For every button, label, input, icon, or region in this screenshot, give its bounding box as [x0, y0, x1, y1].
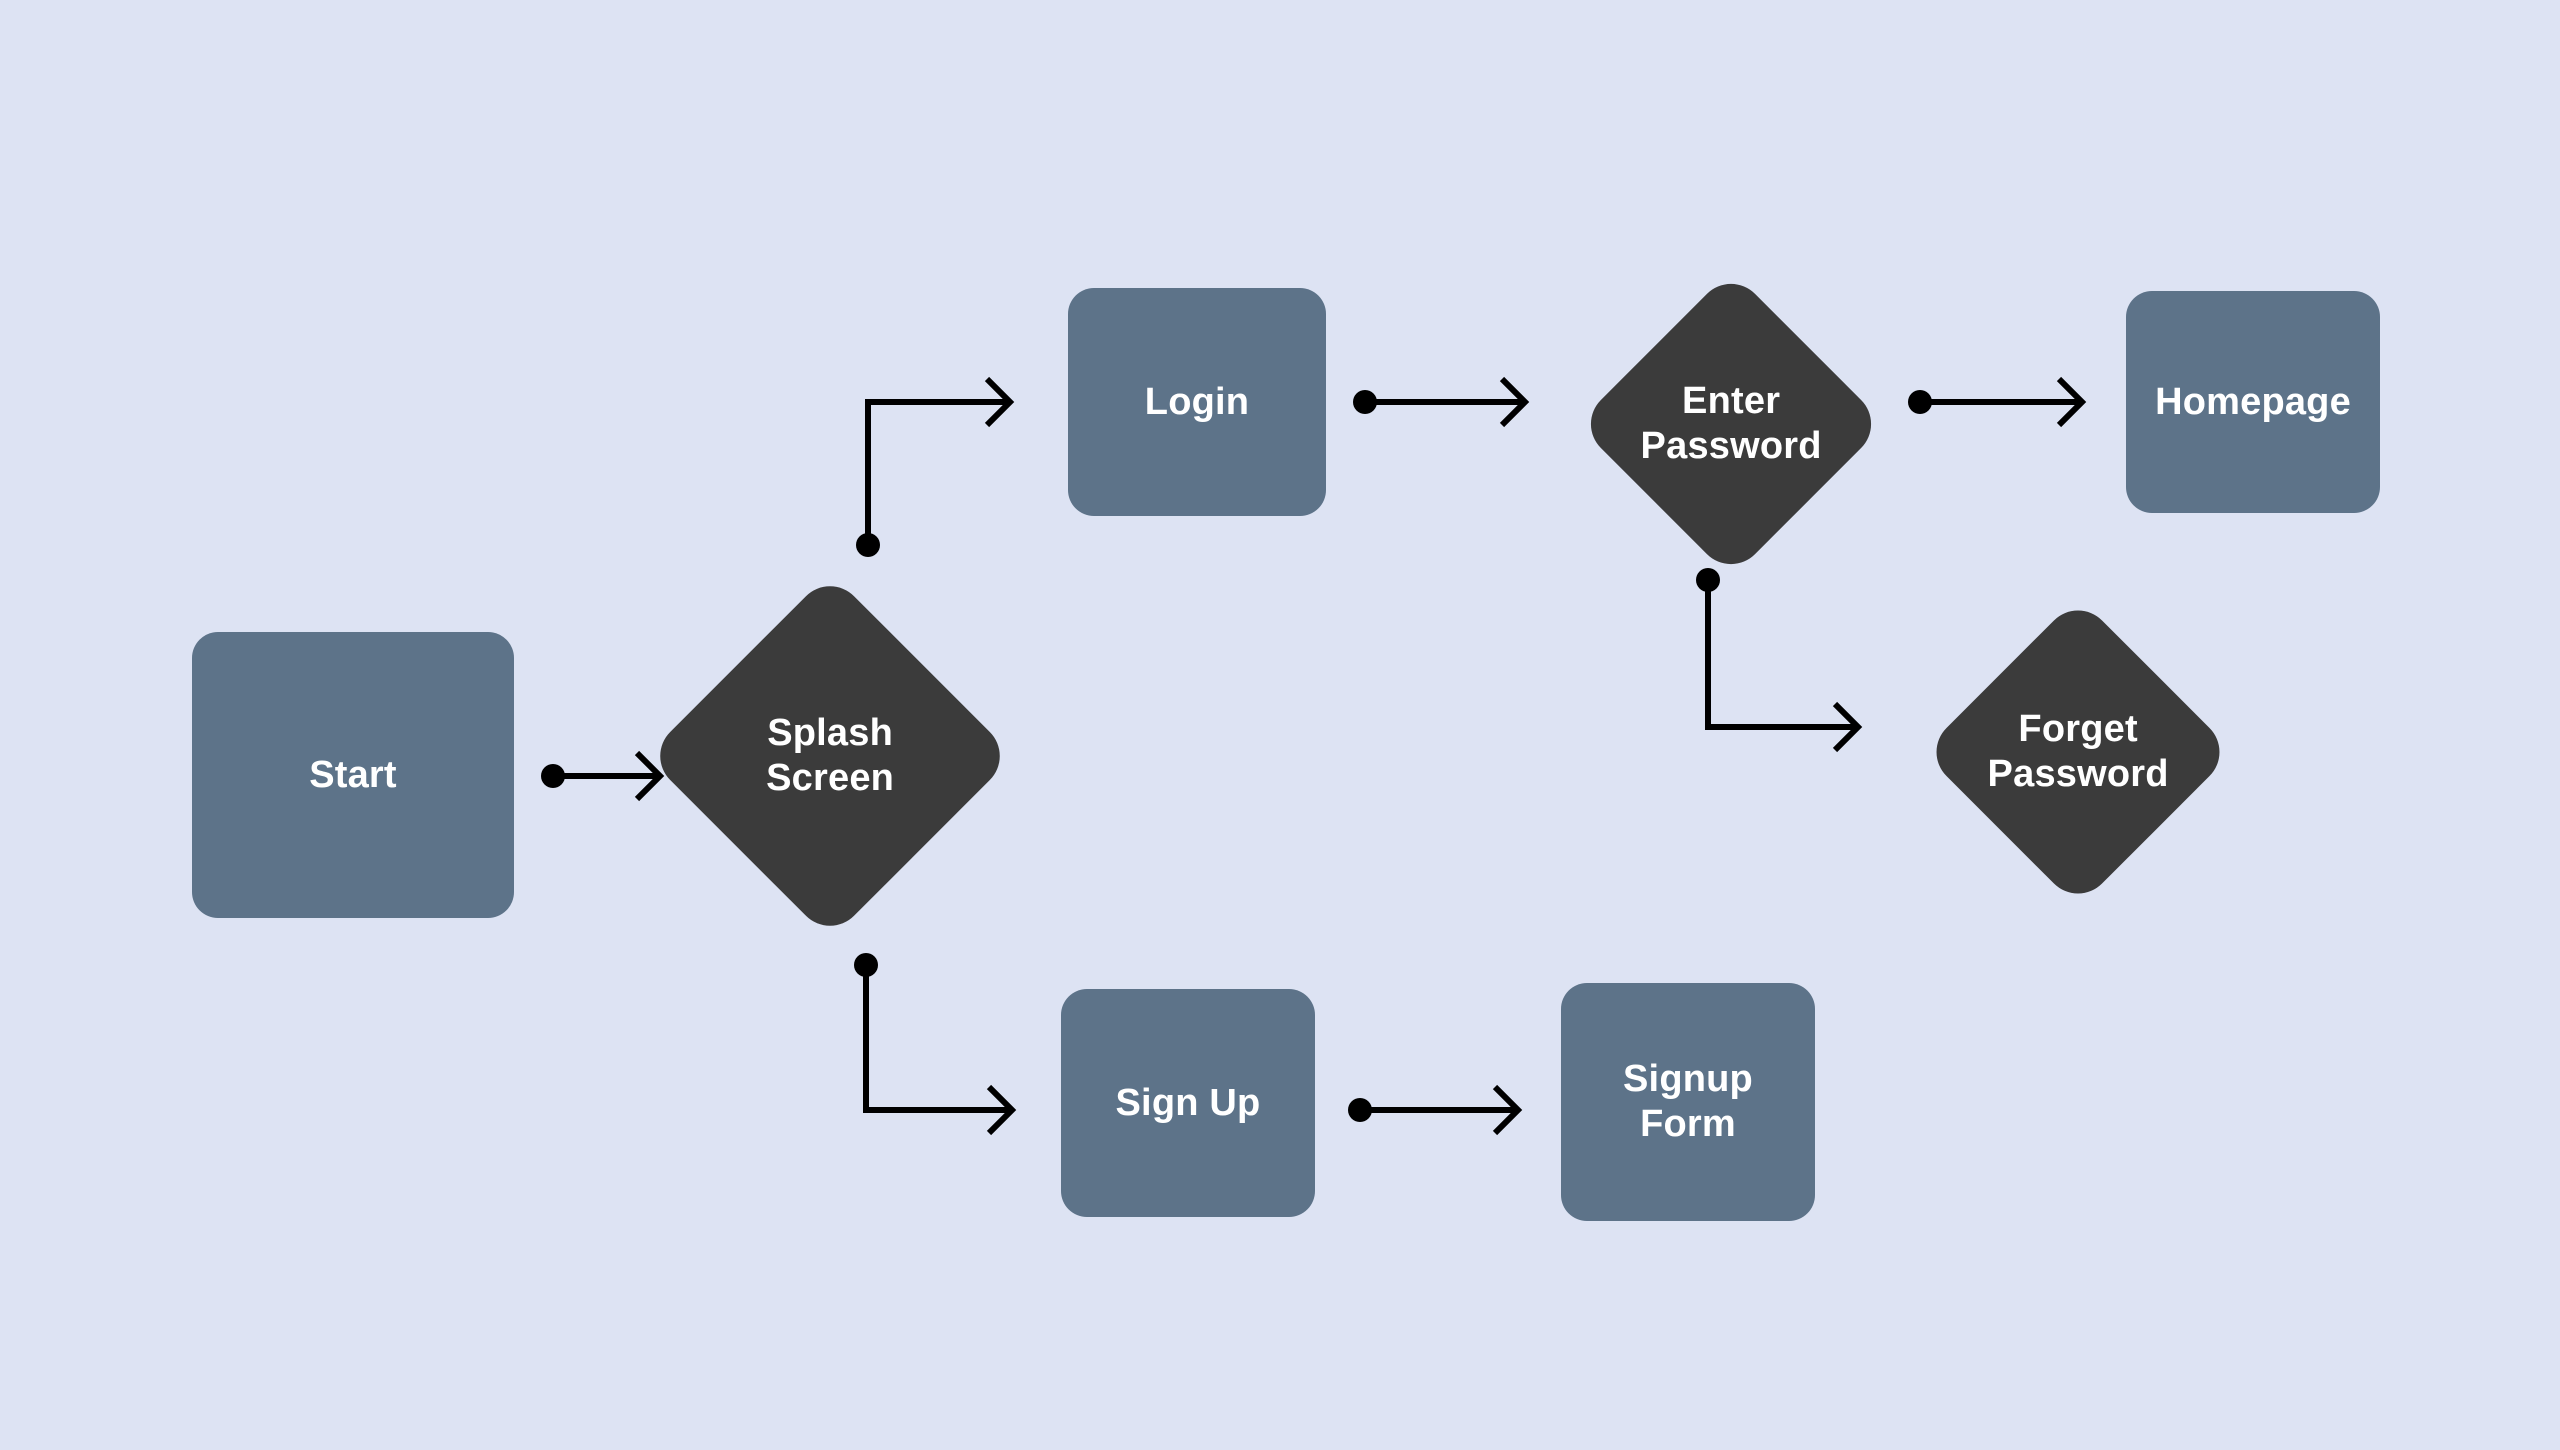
connector-arrowhead [986, 1084, 1017, 1136]
connector-source-dot [1353, 390, 1377, 414]
node-login-label: Login [1144, 380, 1250, 423]
node-enter-password[interactable]: Enter Password [1576, 269, 1886, 579]
connector-arrowhead [1832, 701, 1863, 753]
node-enter-password-label: Enter Password [1640, 380, 1822, 467]
connector-source-dot [856, 533, 880, 557]
connector-source-dot [1696, 568, 1720, 592]
connector-enter-password-to-homepage [1908, 376, 2087, 428]
connector-source-dot [1348, 1098, 1372, 1122]
node-start[interactable]: Start [192, 632, 514, 918]
connector-source-dot [854, 953, 878, 977]
node-homepage[interactable]: Homepage [2126, 291, 2380, 513]
connector-login-to-enter-password [1353, 376, 1530, 428]
connector-source-dot [541, 764, 565, 788]
connector-enter-password-to-forget [1696, 568, 1863, 753]
node-start-label: Start [309, 753, 397, 796]
node-homepage-label: Homepage [2155, 380, 2351, 423]
node-splash-screen[interactable]: Splash Screen [646, 572, 1014, 940]
connector-arrowhead [984, 376, 1015, 428]
node-login[interactable]: Login [1068, 288, 1326, 516]
connector-line [1705, 580, 1858, 730]
node-sign-up[interactable]: Sign Up [1061, 989, 1315, 1217]
node-sign-up-label: Sign Up [1115, 1081, 1261, 1124]
node-signup-form-label: Signup Form [1623, 1058, 1753, 1145]
node-splash-screen-label: Splash Screen [766, 712, 894, 799]
connector-line [863, 965, 1012, 1113]
connector-arrowhead [1492, 1084, 1523, 1136]
connector-start-to-splash [541, 750, 665, 802]
connector-arrowhead [2056, 376, 2087, 428]
node-forget-password[interactable]: Forget Password [1922, 596, 2234, 908]
connector-splash-to-signup [854, 953, 1017, 1136]
connector-arrowhead [1499, 376, 1530, 428]
connector-source-dot [1908, 390, 1932, 414]
connector-arrowhead [634, 750, 665, 802]
node-signup-form[interactable]: Signup Form [1561, 983, 1815, 1221]
node-forget-password-label: Forget Password [1987, 708, 2169, 795]
connector-line [865, 399, 1010, 545]
connector-splash-to-login [856, 376, 1015, 557]
connector-signup-to-signup-form [1348, 1084, 1523, 1136]
flow-diagram-canvas: Start Splash Screen Login Enter Password… [0, 0, 2560, 1450]
